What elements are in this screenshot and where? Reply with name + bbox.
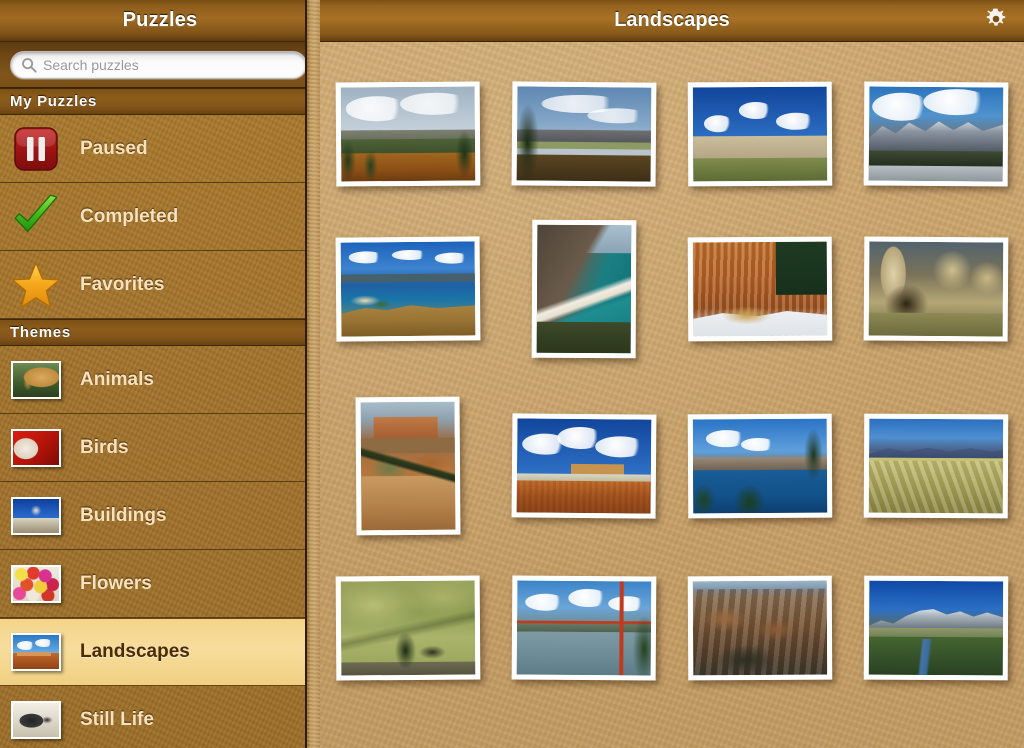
puzzle-grid xyxy=(320,42,1024,698)
star-icon xyxy=(8,261,64,309)
sidebar-item-label: Favorites xyxy=(80,273,165,295)
sidebar-item-flowers[interactable]: Flowers xyxy=(0,550,307,618)
sidebar-item-buildings[interactable]: Buildings xyxy=(0,482,307,550)
sidebar-item-label: Birds xyxy=(80,436,129,458)
section-header-themes: Themes xyxy=(0,319,320,346)
puzzle-thumbnail-badlands-ridge-range[interactable] xyxy=(863,413,1009,519)
settings-button[interactable] xyxy=(982,7,1010,35)
photo xyxy=(868,418,1004,514)
puzzle-thumbnail-grand-canyon-layers[interactable] xyxy=(687,575,833,681)
photo xyxy=(516,86,652,182)
photo xyxy=(536,224,632,354)
thumbnail-parrot-icon xyxy=(8,424,64,472)
sidebar-item-animals[interactable]: Animals xyxy=(0,346,307,414)
sidebar-item-label: Buildings xyxy=(80,504,167,526)
sidebar-item-label: Animals xyxy=(80,368,154,390)
gear-icon xyxy=(984,7,1008,36)
search-icon xyxy=(21,57,37,73)
app-window: Puzzles My Puzzles xyxy=(0,0,1024,748)
pause-icon xyxy=(8,125,64,173)
search-box[interactable] xyxy=(10,51,307,79)
photo xyxy=(692,580,828,676)
puzzle-thumbnail-bryce-canyon-hoodoos[interactable] xyxy=(687,236,833,342)
sidebar-title: Puzzles xyxy=(122,9,198,31)
section-header-label: Themes xyxy=(10,324,71,341)
section-header-my-puzzles: My Puzzles xyxy=(0,88,320,115)
section-header-label: My Puzzles xyxy=(10,93,98,110)
photo xyxy=(340,580,476,676)
sidebar-item-favorites[interactable]: Favorites xyxy=(0,251,307,319)
puzzle-thumbnail-golden-gate-bridge[interactable] xyxy=(511,575,657,681)
puzzle-thumbnail-river-valley-mountains[interactable] xyxy=(511,81,657,187)
grid-cell xyxy=(672,64,848,204)
grid-cell xyxy=(496,204,672,374)
sidebar-item-label: Flowers xyxy=(80,572,152,594)
photo xyxy=(692,86,828,182)
grid-row xyxy=(320,204,1024,374)
photo xyxy=(360,401,456,531)
grid-cell xyxy=(496,374,672,558)
page-title: Landscapes xyxy=(614,9,730,31)
sidebar-titlebar: Puzzles xyxy=(0,0,320,42)
grid-cell xyxy=(320,204,496,374)
grid-cell xyxy=(672,374,848,558)
sidebar-item-landscapes[interactable]: Landscapes xyxy=(0,618,307,686)
puzzle-thumbnail-red-butte-clouds[interactable] xyxy=(511,413,657,519)
puzzle-thumbnail-coastal-cliffs-beach[interactable] xyxy=(531,219,637,359)
grid-cell xyxy=(672,558,848,698)
photo xyxy=(692,241,828,337)
main-titlebar: Landscapes xyxy=(320,0,1024,42)
puzzle-thumbnail-autumn-valley-conifers[interactable] xyxy=(335,81,481,187)
puzzle-thumbnail-badlands-blue-sky[interactable] xyxy=(687,81,833,187)
puzzle-thumbnail-snow-peaks-alpine-lake[interactable] xyxy=(863,81,1009,187)
grid-cell xyxy=(496,558,672,698)
sidebar-item-completed[interactable]: Completed xyxy=(0,183,307,251)
thumbnail-fish-icon xyxy=(8,696,64,744)
photo xyxy=(868,241,1004,337)
photo xyxy=(340,241,476,337)
puzzle-thumbnail-green-rolling-hills[interactable] xyxy=(335,575,481,681)
photo xyxy=(692,418,828,514)
grid-row xyxy=(320,374,1024,558)
grid-cell xyxy=(848,64,1024,204)
grid-row xyxy=(320,558,1024,698)
grid-cell xyxy=(320,558,496,698)
sidebar-item-label: Paused xyxy=(80,137,148,159)
photo xyxy=(868,580,1004,676)
photo xyxy=(516,580,652,676)
thumbnail-flowers-icon xyxy=(8,560,64,608)
puzzle-thumbnail-crater-lake[interactable] xyxy=(687,413,833,519)
puzzle-thumbnail-grand-tetons-river[interactable] xyxy=(863,575,1009,681)
grid-cell xyxy=(496,64,672,204)
sidebar-item-birds[interactable]: Birds xyxy=(0,414,307,482)
thumbnail-mesa-icon xyxy=(8,628,64,676)
grid-row xyxy=(320,64,1024,204)
sidebar-item-paused[interactable]: Paused xyxy=(0,115,307,183)
grid-cell xyxy=(848,374,1024,558)
grid-cell xyxy=(672,204,848,374)
sidebar-item-label: Completed xyxy=(80,205,179,227)
grid-cell xyxy=(848,204,1024,374)
search-area xyxy=(0,42,320,88)
puzzle-thumbnail-canyon-mesa-tree[interactable] xyxy=(355,396,461,536)
sidebar: Puzzles My Puzzles xyxy=(0,0,320,748)
grid-cell xyxy=(320,374,496,558)
photo xyxy=(868,86,1004,182)
sidebar-item-label: Landscapes xyxy=(80,641,190,662)
main-panel: Landscapes xyxy=(320,0,1024,748)
grid-cell xyxy=(848,558,1024,698)
sidebar-item-label: Still Life xyxy=(80,708,154,730)
grid-cell xyxy=(320,64,496,204)
search-input[interactable] xyxy=(43,54,283,76)
puzzle-thumbnail-desert-rock-spires[interactable] xyxy=(863,236,1009,342)
photo xyxy=(516,418,652,514)
checkmark-icon xyxy=(8,193,64,241)
thumbnail-building-icon xyxy=(8,492,64,540)
sidebar-item-still-life[interactable]: Still Life xyxy=(0,686,307,748)
photo xyxy=(340,86,476,182)
puzzle-thumbnail-island-bay-aerial[interactable] xyxy=(335,236,481,342)
thumbnail-giraffe-icon xyxy=(8,356,64,404)
